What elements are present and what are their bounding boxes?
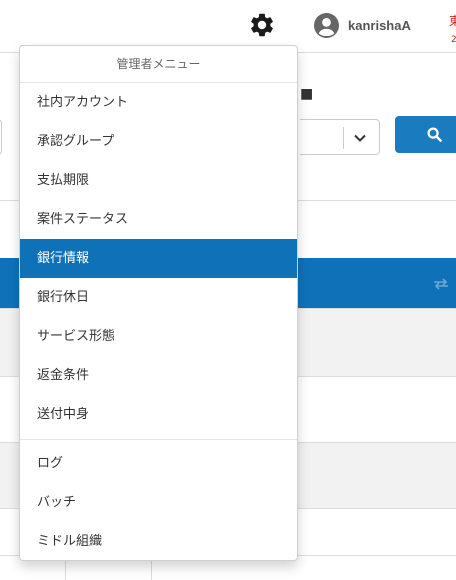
menu-item-bank-info[interactable]: 銀行情報: [20, 239, 297, 278]
notice-text[interactable]: 東: [449, 15, 456, 27]
menu-divider: [20, 439, 297, 440]
page-title-fragment: ■: [300, 86, 314, 102]
user-menu[interactable]: kanrishaA: [314, 12, 411, 38]
menu-item-approval-groups[interactable]: 承認グループ: [20, 122, 297, 161]
username-label: kanrishaA: [348, 17, 411, 33]
notice-subtext: 2: [451, 35, 456, 45]
filter-select-left-edge[interactable]: [0, 119, 2, 155]
admin-menu-list: 社内アカウント 承認グループ 支払期限 案件ステータス 銀行情報 銀行休日 サー…: [20, 83, 297, 434]
menu-item-bank-holidays[interactable]: 銀行休日: [20, 278, 297, 317]
admin-menu-dropdown: 管理者メニュー 社内アカウント 承認グループ 支払期限 案件ステータス 銀行情報…: [19, 45, 298, 561]
sort-arrows-icon[interactable]: [433, 278, 449, 290]
menu-item-case-status[interactable]: 案件ステータス: [20, 200, 297, 239]
menu-item-middle-organization[interactable]: ミドル組織: [20, 522, 297, 561]
menu-item-shipment-contents[interactable]: 送付中身: [20, 395, 297, 434]
menu-item-refund-conditions[interactable]: 返金条件: [20, 356, 297, 395]
gear-icon[interactable]: [248, 11, 276, 39]
menu-item-service-types[interactable]: サービス形態: [20, 317, 297, 356]
menu-item-batch[interactable]: バッチ: [20, 483, 297, 522]
chevron-down-icon: [354, 134, 366, 142]
admin-menu-title: 管理者メニュー: [20, 46, 297, 83]
select-separator: [343, 127, 344, 149]
menu-item-internal-accounts[interactable]: 社内アカウント: [20, 83, 297, 122]
search-button[interactable]: [395, 116, 456, 153]
search-icon: [427, 127, 442, 142]
filter-select[interactable]: [300, 119, 380, 155]
menu-item-payment-deadline[interactable]: 支払期限: [20, 161, 297, 200]
menu-item-logs[interactable]: ログ: [20, 444, 297, 483]
admin-menu-list-secondary: ログ バッチ ミドル組織: [20, 444, 297, 561]
user-avatar-icon: [314, 12, 339, 38]
